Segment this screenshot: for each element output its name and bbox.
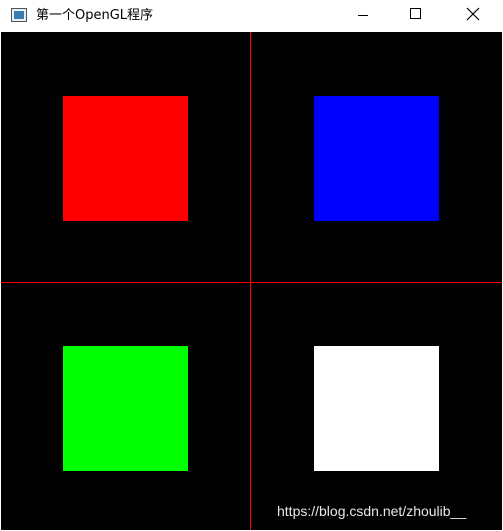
close-button[interactable] [450, 0, 496, 32]
minimize-button[interactable] [340, 0, 386, 32]
close-icon [466, 7, 480, 21]
window-title: 第一个OpenGL程序 [36, 8, 154, 23]
blue-square [314, 96, 439, 221]
app-window-icon[interactable] [11, 8, 27, 22]
minimize-icon [358, 15, 368, 16]
white-square [314, 346, 439, 471]
watermark-text: https://blog.csdn.net/zhoulib__ [277, 503, 467, 519]
horizontal-divider-line [1, 282, 502, 283]
app-window: 第一个OpenGL程序 https://blog.csdn.net/zhouli… [0, 0, 503, 531]
red-square [63, 96, 188, 221]
green-square [63, 346, 188, 471]
maximize-button[interactable] [393, 0, 439, 32]
maximize-icon [410, 8, 421, 19]
title-bar[interactable]: 第一个OpenGL程序 [0, 0, 503, 32]
opengl-viewport[interactable]: https://blog.csdn.net/zhoulib__ [1, 32, 502, 530]
vertical-divider-line [250, 32, 251, 530]
